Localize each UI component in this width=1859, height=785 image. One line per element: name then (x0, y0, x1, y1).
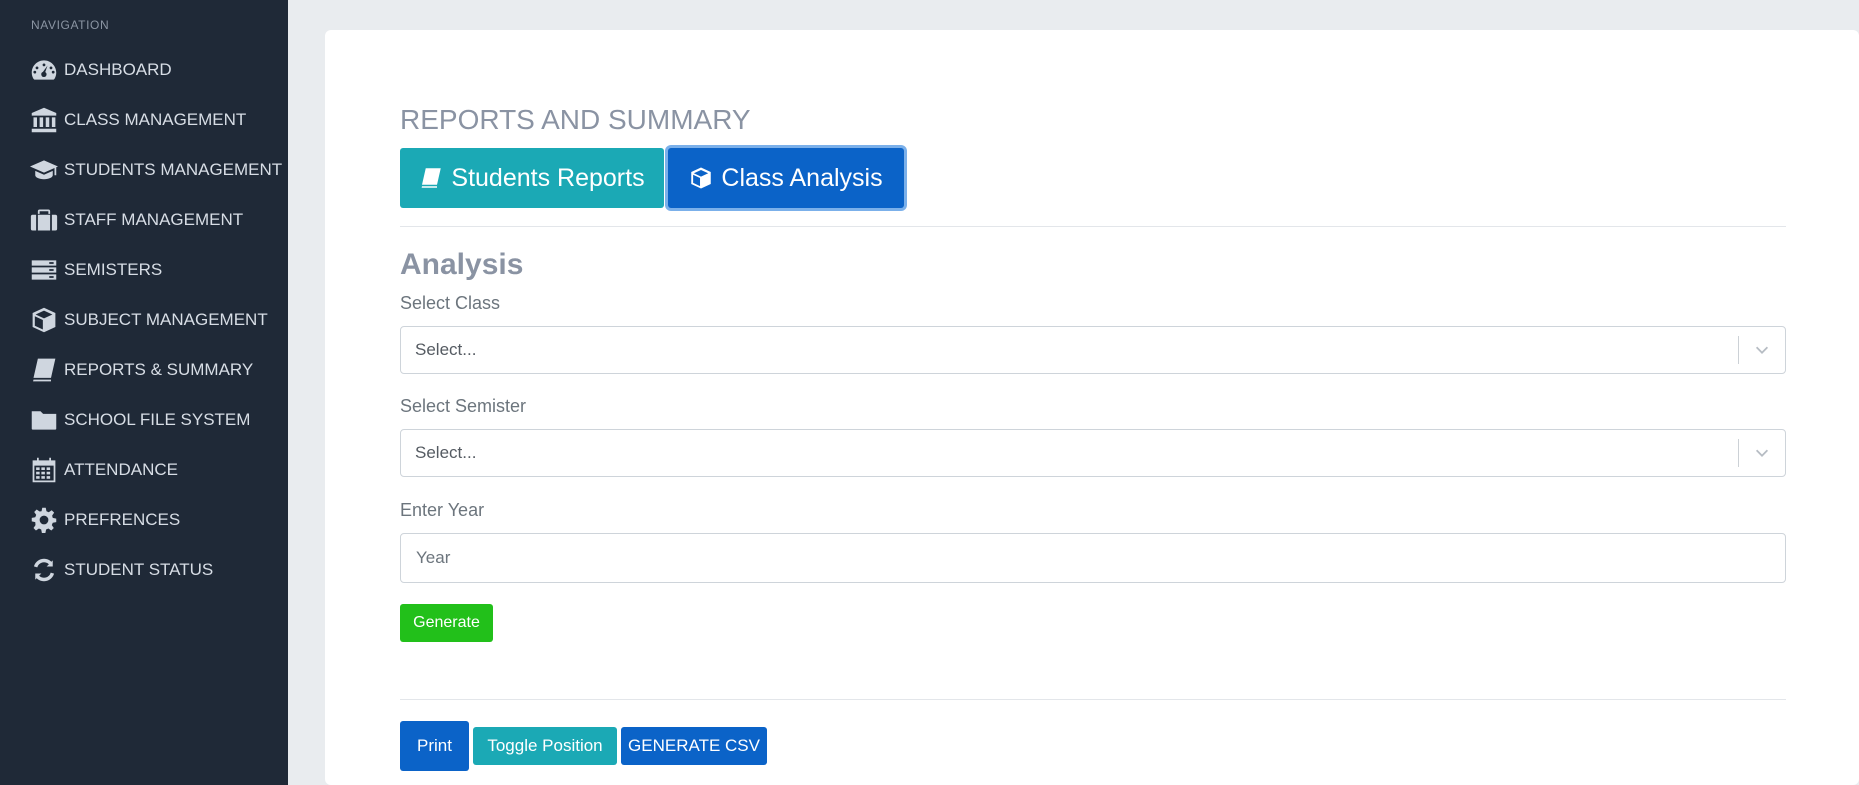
toggle-position-button[interactable]: Toggle Position (473, 727, 617, 765)
select-semister-placeholder: Select... (415, 443, 477, 462)
cube-icon (691, 167, 712, 189)
folder-icon (28, 404, 60, 436)
sidebar-item-dashboard[interactable]: DASHBOARD (28, 50, 286, 90)
select-class-placeholder: Select... (415, 340, 477, 359)
page-title: REPORTS AND SUMMARY (400, 104, 751, 135)
tab-students-reports[interactable]: Students Reports (400, 148, 664, 208)
sidebar-item-label: SUBJECT MANAGEMENT (64, 310, 268, 329)
section-title: Analysis (400, 248, 524, 281)
sidebar-item-label: ATTENDANCE (64, 460, 178, 479)
divider (400, 226, 1786, 227)
sidebar-item-staff-management[interactable]: STAFF MANAGEMENT (28, 200, 286, 240)
generate-csv-button[interactable]: GENERATE CSV (621, 727, 767, 765)
sidebar-item-subject-management[interactable]: SUBJECT MANAGEMENT (28, 300, 286, 340)
sidebar-item-school-file-system[interactable]: SCHOOL FILE SYSTEM (28, 400, 286, 440)
chevron-down-icon[interactable] (1739, 341, 1785, 359)
book-icon (28, 354, 60, 386)
sidebar-item-label: STAFF MANAGEMENT (64, 210, 244, 229)
calendar-icon (28, 454, 60, 486)
cube-icon (28, 304, 60, 336)
institution-icon (28, 104, 60, 136)
refresh-icon (28, 554, 60, 586)
sidebar-item-student-status[interactable]: STUDENT STATUS (28, 550, 286, 590)
sidebar-item-label: PREFRENCES (64, 510, 181, 529)
server-icon (28, 254, 60, 286)
select-class-dropdown[interactable]: Select... (400, 326, 1786, 374)
sidebar-item-prefrences[interactable]: PREFRENCES (28, 500, 286, 540)
year-label: Enter Year (400, 500, 485, 520)
chevron-down-icon[interactable] (1739, 444, 1785, 462)
suitcase-icon (28, 204, 60, 236)
sidebar-item-students-management[interactable]: STUDENTS MANAGEMENT (28, 150, 286, 190)
tab-class-analysis[interactable]: Class Analysis (668, 148, 904, 208)
select-semister-label: Select Semister (400, 396, 527, 416)
sidebar-item-semisters[interactable]: SEMISTERS (28, 250, 286, 290)
sidebar-item-label: SCHOOL FILE SYSTEM (64, 410, 251, 429)
sidebar-item-attendance[interactable]: ATTENDANCE (28, 450, 286, 490)
tab-label: Students Reports (451, 163, 645, 192)
dashboard-icon (28, 54, 60, 86)
generate-button[interactable]: Generate (400, 604, 493, 642)
sidebar-item-label: STUDENTS MANAGEMENT (64, 160, 283, 179)
book-icon (422, 168, 442, 188)
print-button[interactable]: Print (400, 721, 469, 771)
graduation-cap-icon (28, 154, 60, 186)
gear-icon (28, 504, 60, 536)
sidebar: NAVIGATION DASHBOARD CLASS MANAGEMENT ST… (0, 0, 288, 785)
sidebar-item-class-management[interactable]: CLASS MANAGEMENT (28, 100, 286, 140)
sidebar-item-label: SEMISTERS (64, 260, 163, 279)
sidebar-item-label: REPORTS & SUMMARY (64, 360, 254, 379)
sidebar-item-label: STUDENT STATUS (64, 560, 214, 579)
select-semister-dropdown[interactable]: Select... (400, 429, 1786, 477)
nav-header: NAVIGATION (31, 18, 110, 32)
divider (400, 699, 1786, 700)
tab-label: Class Analysis (721, 163, 883, 192)
sidebar-item-label: CLASS MANAGEMENT (64, 110, 247, 129)
year-input[interactable] (400, 533, 1786, 583)
sidebar-item-reports-summary[interactable]: REPORTS & SUMMARY (28, 350, 286, 390)
content-card (325, 30, 1859, 785)
select-class-label: Select Class (400, 293, 501, 313)
sidebar-item-label: DASHBOARD (64, 60, 172, 79)
